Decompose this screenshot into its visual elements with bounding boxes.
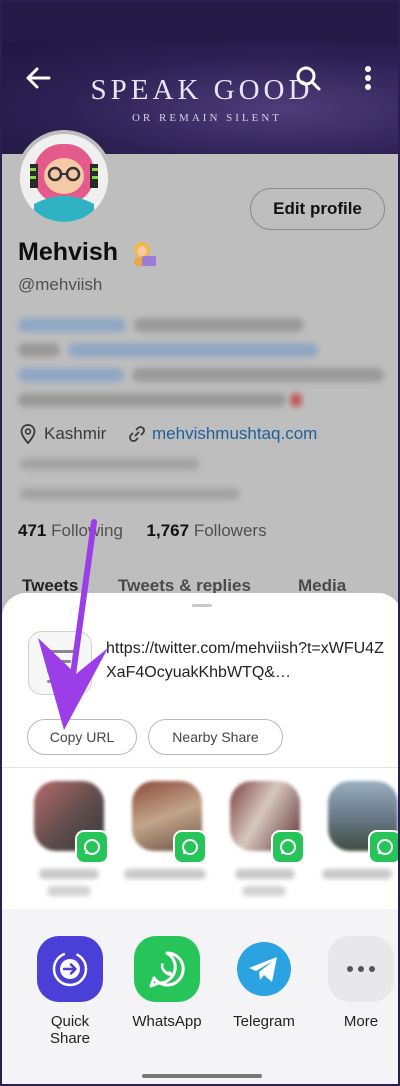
search-button[interactable] [292, 62, 324, 94]
search-icon [296, 66, 321, 91]
bio-blurred [18, 368, 124, 382]
website-link[interactable]: mehvishmushtaq.com [152, 424, 317, 444]
phone-screen: SPEAK GOOD OR REMAIN SILENT Edit profile… [0, 0, 400, 1086]
app-label: More [343, 1013, 379, 1030]
bio-blurred [18, 318, 126, 332]
bio-blurred [290, 393, 302, 407]
back-arrow-icon [26, 67, 51, 89]
location-row: Kashmir [20, 424, 106, 444]
bio-blurred [18, 343, 60, 357]
app-quick-share[interactable]: Quick Share [30, 936, 110, 1047]
location-text: Kashmir [44, 424, 107, 443]
following-link[interactable]: 471 Following [18, 521, 123, 540]
follow-stats: 471 Following 1,767 Followers [18, 521, 267, 541]
contact-name-blurred [242, 886, 286, 896]
app-label: WhatsApp [132, 1013, 202, 1030]
edit-profile-button[interactable]: Edit profile [250, 188, 385, 230]
whatsapp-badge-icon [368, 830, 398, 864]
joined-blurred [20, 488, 240, 500]
overflow-menu-button[interactable] [356, 62, 380, 94]
bio-blurred [134, 318, 304, 332]
app-label: Quick Share [49, 1013, 91, 1047]
whatsapp-badge-icon [173, 830, 207, 864]
contact-name-blurred [39, 869, 99, 879]
whatsapp-badge-icon [271, 830, 305, 864]
whatsapp-badge-icon [75, 830, 109, 864]
link-icon [129, 426, 145, 442]
app-more[interactable]: More [321, 936, 398, 1030]
contact-name-blurred [235, 869, 295, 879]
shared-url: https://twitter.com/mehviish?t=xWFU4ZXaF… [106, 640, 384, 681]
app-whatsapp[interactable]: WhatsApp [127, 936, 207, 1030]
followers-link[interactable]: 1,767 Followers [147, 521, 267, 540]
link-preview-thumbnail [28, 631, 92, 695]
contact-name-blurred [124, 869, 206, 879]
copy-url-button[interactable]: Copy URL [27, 719, 137, 755]
person-laptop-emoji-icon [128, 240, 158, 270]
app-telegram[interactable]: Telegram [224, 936, 304, 1030]
avatar-illustration [20, 134, 108, 222]
quick-share-icon [37, 936, 103, 1002]
profile-handle: @mehviish [18, 275, 103, 294]
status-bar [2, 2, 398, 42]
contact-name-blurred [47, 886, 91, 896]
sheet-grabber[interactable] [192, 604, 212, 607]
location-pin-icon [20, 424, 36, 444]
telegram-icon [231, 936, 297, 1002]
profile-name: Mehvish [18, 238, 119, 266]
avatar[interactable] [16, 130, 112, 226]
divider [2, 767, 398, 768]
nearby-share-button[interactable]: Nearby Share [148, 719, 283, 755]
more-icon [328, 936, 394, 1002]
whatsapp-icon [134, 936, 200, 1002]
app-label: Telegram [233, 1013, 295, 1030]
contact-name-blurred [322, 869, 392, 879]
website-row[interactable]: mehvishmushtaq.com [128, 424, 317, 444]
bio-blurred [18, 393, 286, 407]
bio-blurred [132, 368, 384, 382]
more-vertical-icon [365, 66, 371, 90]
banner-subtitle: OR REMAIN SILENT [131, 112, 283, 124]
share-sheet: https://twitter.com/mehviish?t=xWFU4ZXaF… [2, 593, 398, 1084]
gesture-nav-bar [142, 1074, 262, 1078]
birthday-blurred [20, 458, 200, 470]
back-button[interactable] [22, 62, 54, 94]
bio-blurred [68, 343, 318, 357]
